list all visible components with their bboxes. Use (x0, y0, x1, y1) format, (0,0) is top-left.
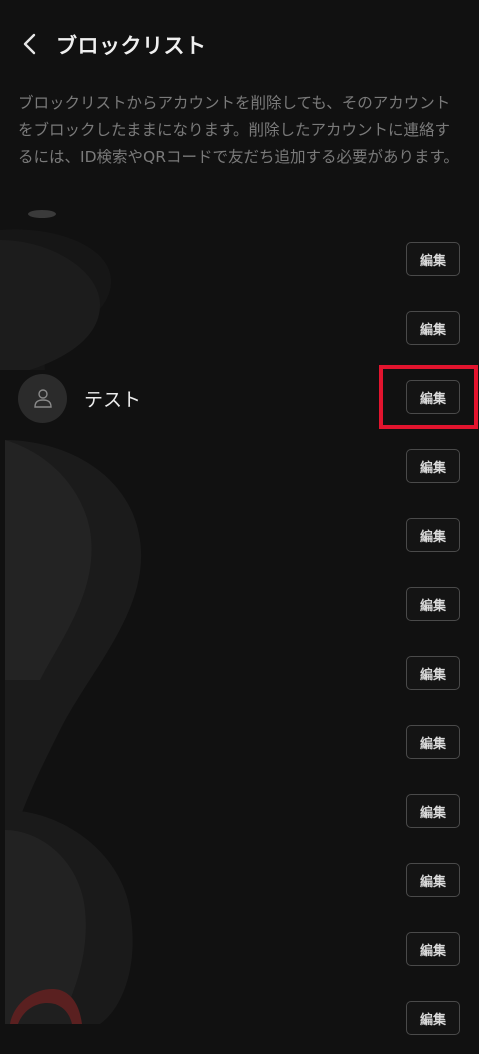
list-item: 編集 (0, 985, 479, 1054)
edit-button[interactable]: 編集 (406, 587, 460, 621)
list-item: 編集 (0, 709, 479, 778)
list-item: 編集 (0, 226, 479, 295)
edit-button[interactable]: 編集 (406, 725, 460, 759)
edit-button[interactable]: 編集 (406, 1001, 460, 1035)
list-item: 編集 (0, 571, 479, 640)
edit-button[interactable]: 編集 (406, 794, 460, 828)
header: ブロックリスト (0, 0, 479, 88)
edit-button[interactable]: 編集 (406, 449, 460, 483)
description-text: ブロックリストからアカウントを削除しても、そのアカウントをブロックしたままになり… (18, 94, 459, 166)
avatar (18, 374, 67, 423)
back-button[interactable] (14, 28, 46, 60)
chevron-left-icon (23, 33, 36, 55)
edit-button[interactable]: 編集 (406, 932, 460, 966)
account-name: テスト (84, 389, 142, 411)
page-title: ブロックリスト (56, 34, 207, 58)
blocked-list: 編集 編集 テスト 編集 編集 編集 編集 編集 編集 編集 編集 編集 編集 (0, 226, 479, 1054)
edit-button[interactable]: 編集 (406, 656, 460, 690)
list-item: 編集 (0, 916, 479, 985)
list-item: 編集 (0, 778, 479, 847)
list-item: 編集 (0, 640, 479, 709)
list-item: 編集 (0, 847, 479, 916)
list-item: 編集 (0, 433, 479, 502)
edit-button[interactable]: 編集 (406, 518, 460, 552)
list-item: テスト 編集 (0, 364, 479, 433)
list-item: 編集 (0, 295, 479, 364)
edit-button[interactable]: 編集 (406, 311, 460, 345)
edit-button[interactable]: 編集 (406, 242, 460, 276)
edit-button[interactable]: 編集 (406, 380, 460, 414)
person-icon (34, 389, 52, 408)
edit-button[interactable]: 編集 (406, 863, 460, 897)
list-item: 編集 (0, 502, 479, 571)
